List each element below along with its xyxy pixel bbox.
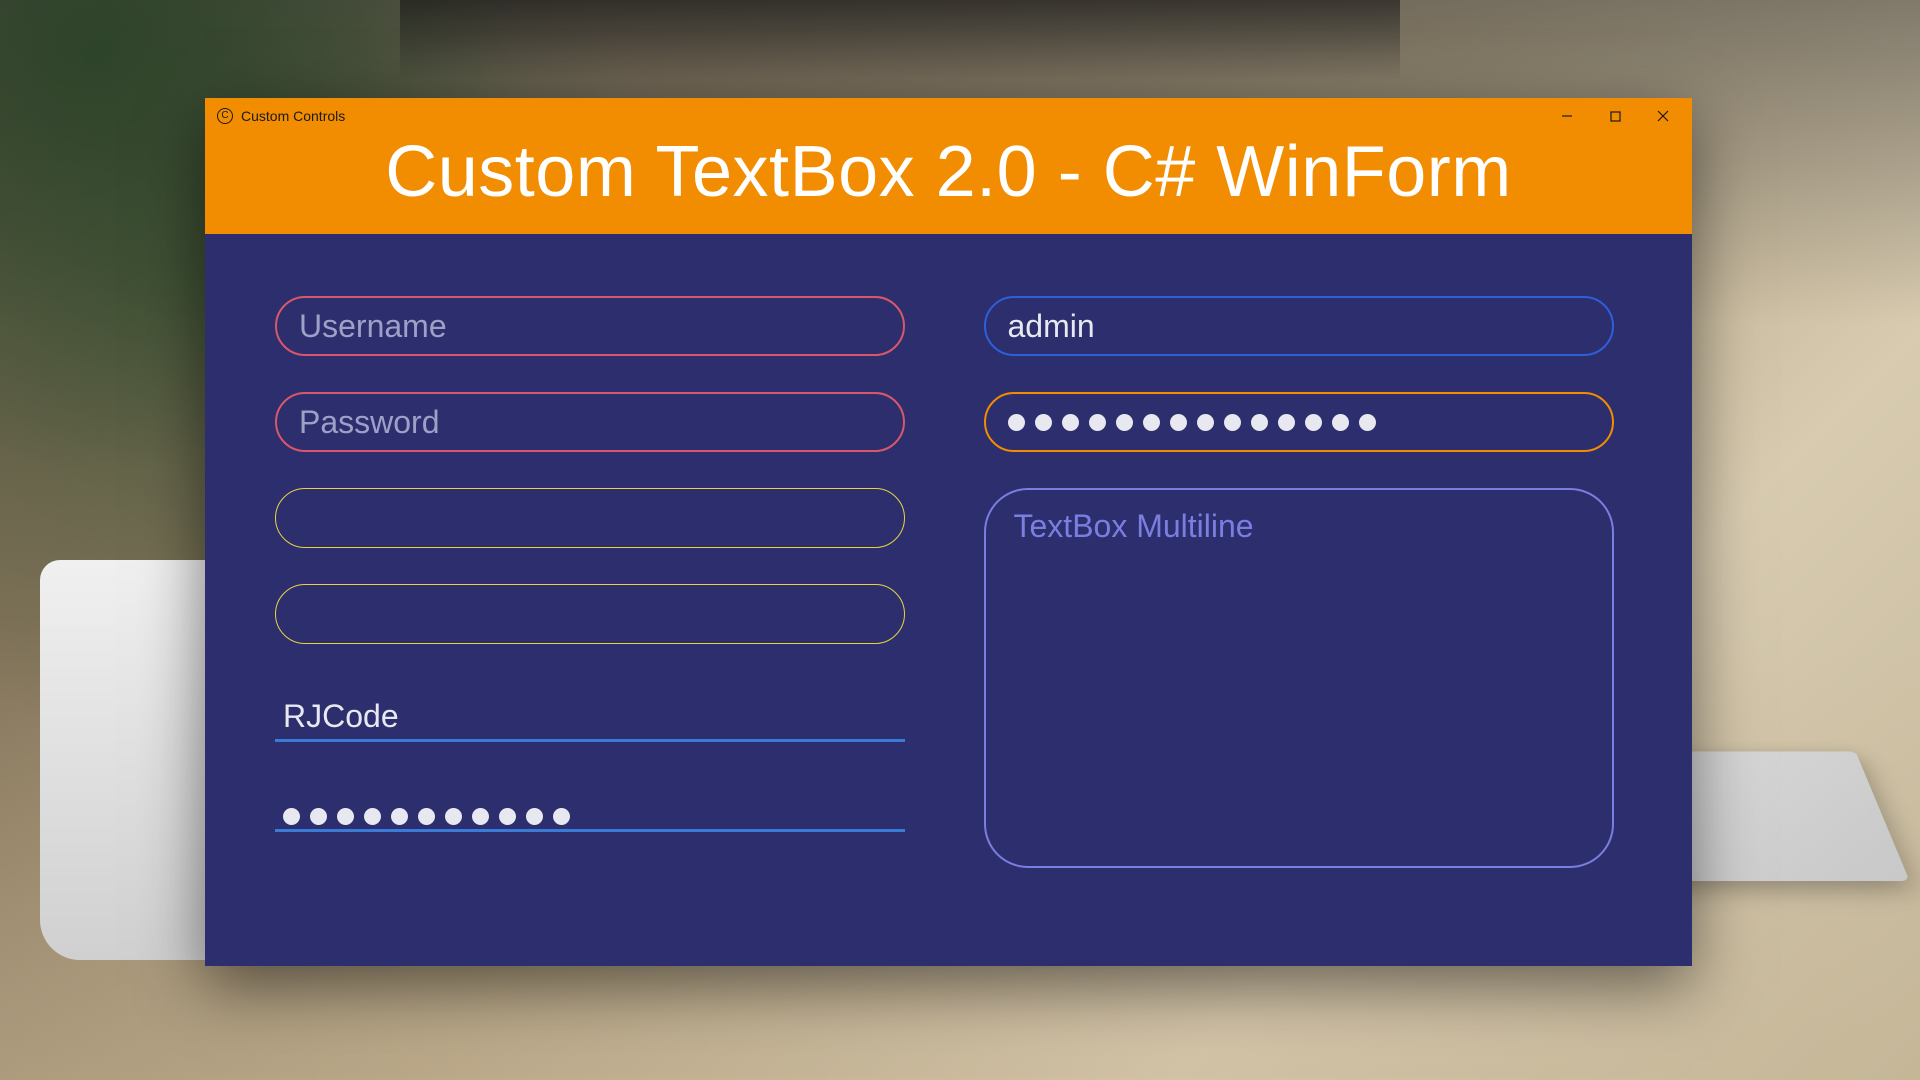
maximize-button[interactable] [1602,103,1628,129]
right-column: admin TextBox Multiline [984,296,1623,926]
password-input[interactable]: Password [275,392,905,452]
right-password-input[interactable] [984,392,1614,452]
rjcode-input[interactable]: RJCode [275,686,905,742]
right-password-dots [1008,414,1376,431]
window-controls [1554,103,1686,129]
minimize-button[interactable] [1554,103,1580,129]
underline-password-dots [283,808,570,825]
username-placeholder: Username [299,308,447,345]
app-icon: C [217,108,233,124]
maximize-icon [1610,111,1621,122]
multiline-textbox[interactable]: TextBox Multiline [984,488,1614,868]
close-icon [1657,110,1669,122]
window-title: Custom Controls [241,108,345,124]
admin-input[interactable]: admin [984,296,1614,356]
desktop-background: C Custom Controls Custom TextBox 2.0 - C… [0,0,1920,1080]
yellow-input-2[interactable] [275,584,905,644]
underline-password-input[interactable] [275,776,905,832]
background-monitor [400,0,1400,80]
app-window: C Custom Controls Custom TextBox 2.0 - C… [205,98,1692,966]
close-button[interactable] [1650,103,1676,129]
username-input[interactable]: Username [275,296,905,356]
yellow-input-1[interactable] [275,488,905,548]
password-placeholder: Password [299,404,440,441]
minimize-icon [1561,110,1573,122]
admin-value: admin [1008,308,1095,345]
page-title: Custom TextBox 2.0 - C# WinForm [205,134,1692,234]
titlebar[interactable]: C Custom Controls [205,98,1692,134]
left-column: Username Password RJCode [275,296,914,926]
rjcode-value: RJCode [283,698,399,735]
form-body: Username Password RJCode admin [205,234,1692,966]
multiline-placeholder: TextBox Multiline [1014,508,1254,544]
